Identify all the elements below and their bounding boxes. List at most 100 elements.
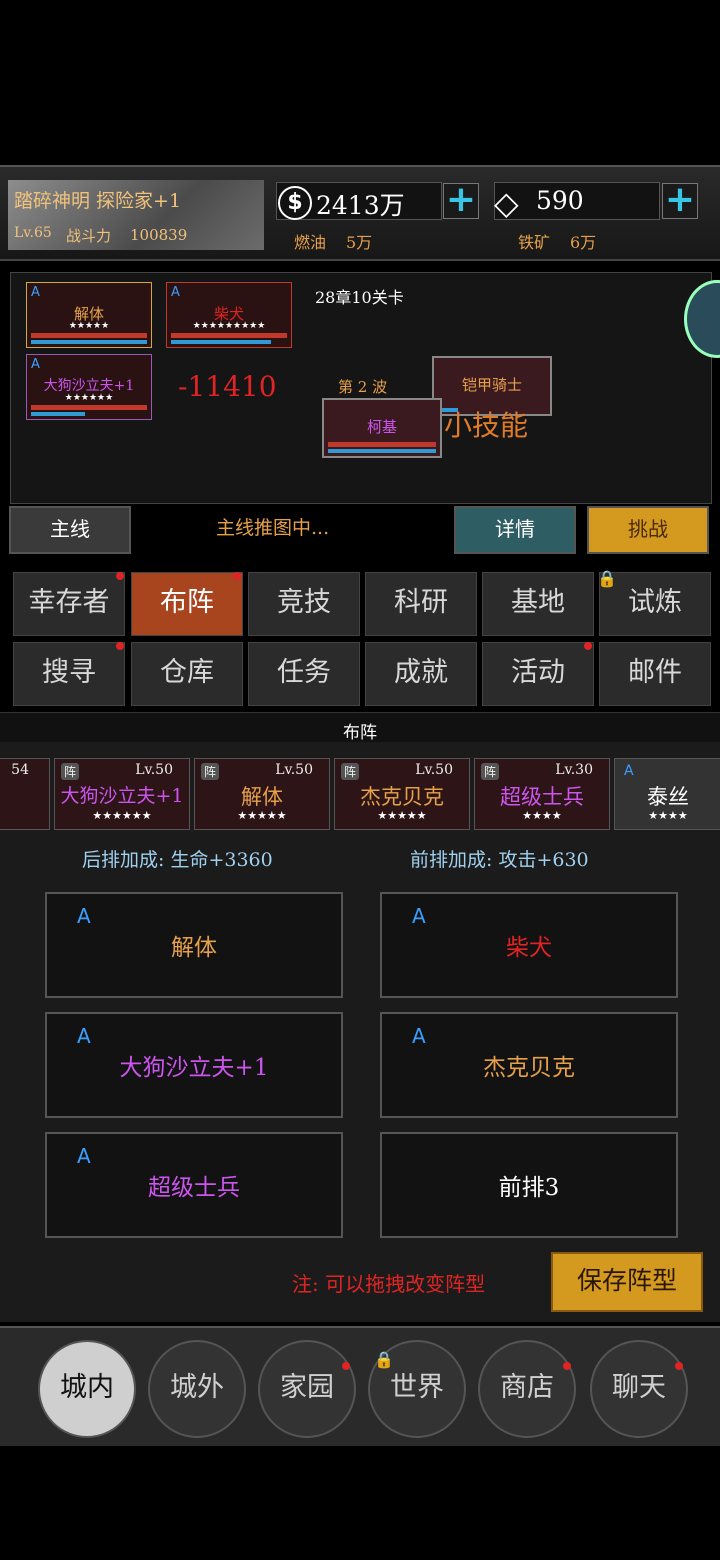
rank-badge: A [412, 904, 426, 928]
nav-shop[interactable]: 商店 [478, 1340, 576, 1438]
card-level: Lv.30 [555, 762, 593, 778]
card-level: 54 [11, 762, 29, 778]
rank-badge: A [31, 357, 40, 372]
gem-value: 590 [536, 186, 584, 215]
slot-name: 解体 [171, 935, 217, 961]
roster-card[interactable]: 阵 Lv.50 解体 ★★★★★ [194, 758, 330, 830]
card-level: Lv.50 [415, 762, 453, 778]
ally-name: 大狗沙立夫+1 [43, 378, 135, 394]
menu-events[interactable]: 活动 [482, 642, 594, 706]
iron-value: 6万 [570, 233, 597, 252]
enemy-name: 铠甲骑士 [461, 376, 522, 394]
ally-card[interactable]: A 柴犬 ★★★★★★★★★ [166, 282, 292, 348]
nav-city-inside[interactable]: 城内 [38, 1340, 136, 1438]
rank-badge: A [77, 1144, 91, 1168]
formation-slot[interactable]: A 解体 [45, 892, 343, 998]
add-coin-button[interactable]: + [443, 182, 479, 219]
slot-name: 柴犬 [506, 935, 552, 961]
wave-label: 第 2 波 [338, 378, 388, 396]
rank-badge: A [412, 1024, 426, 1048]
add-gem-button[interactable]: + [662, 182, 698, 219]
card-name: 泰丝 [647, 785, 689, 809]
menu-warehouse[interactable]: 仓库 [131, 642, 243, 706]
section-title: 布阵 [343, 723, 377, 743]
menu-formation[interactable]: 布阵 [131, 572, 243, 636]
hp-bar [31, 405, 147, 410]
card-name: 解体 [241, 785, 283, 809]
nav-home[interactable]: 家园 [258, 1340, 356, 1438]
front-row-bonus: 前排加成: 攻击+630 [410, 849, 589, 871]
slot-name: 超级士兵 [148, 1175, 240, 1201]
roster-card[interactable]: 阵 Lv.30 超级士兵 ★★★★ [474, 758, 610, 830]
player-name: 踏碎神明 探险家+1 [14, 190, 182, 212]
formation-slot[interactable]: A 大狗沙立夫+1 [45, 1012, 343, 1118]
iron-label: 铁矿 [518, 233, 551, 252]
menu-achievements[interactable]: 成就 [365, 642, 477, 706]
energy-bar [31, 340, 147, 344]
power-value: 100839 [130, 226, 188, 244]
menu-research[interactable]: 科研 [365, 572, 477, 636]
roster-card[interactable]: A 泰丝 ★★★★ [614, 758, 720, 830]
notification-dot [342, 1362, 350, 1370]
star-rating: ★★★★★ [377, 809, 427, 822]
stage-label: 28章10关卡 [315, 288, 404, 307]
lock-icon: 🔒 [597, 569, 617, 588]
enemy-name: 柯基 [366, 418, 397, 436]
notification-dot [116, 642, 124, 650]
roster-card-partial[interactable]: 54 [0, 758, 50, 830]
enemy-card[interactable]: 柯基 [322, 398, 442, 458]
skill-text: 小技能 [444, 409, 529, 442]
formation-tag: 阵 [201, 763, 220, 780]
formation-slot-empty[interactable]: 前排3 [380, 1132, 678, 1238]
notification-dot [584, 642, 592, 650]
notification-dot [233, 572, 241, 580]
detail-button[interactable]: 详情 [454, 506, 576, 554]
menu-tasks[interactable]: 任务 [248, 642, 360, 706]
progress-text: 主线推图中... [216, 517, 330, 539]
nav-city-outside[interactable]: 城外 [148, 1340, 246, 1438]
menu-survivors[interactable]: 幸存者 [13, 572, 125, 636]
formation-slot[interactable]: A 超级士兵 [45, 1132, 343, 1238]
main-quest-button[interactable]: 主线 [9, 506, 131, 554]
ally-card[interactable]: A 大狗沙立夫+1 ★★★★★★ [26, 354, 152, 420]
star-rating: ★★★★★ [237, 809, 287, 822]
drag-hint: 注: 可以拖拽改变阵型 [292, 1272, 486, 1296]
player-level: Lv.65 [14, 225, 52, 241]
fuel-label: 燃油 [294, 233, 327, 252]
formation-tag: 阵 [61, 763, 80, 780]
formation-slot[interactable]: A 杰克贝克 [380, 1012, 678, 1118]
notification-dot [116, 572, 124, 580]
coin-icon: $ [278, 186, 312, 220]
hp-bar [31, 333, 147, 338]
card-name: 大狗沙立夫+1 [60, 785, 184, 807]
notification-dot [675, 1362, 683, 1370]
roster-card[interactable]: 阵 Lv.50 大狗沙立夫+1 ★★★★★★ [54, 758, 190, 830]
coin-value: 2413万 [316, 191, 405, 220]
menu-search[interactable]: 搜寻 [13, 642, 125, 706]
roster-card[interactable]: 阵 Lv.50 杰克贝克 ★★★★★ [334, 758, 470, 830]
card-name: 杰克贝克 [360, 785, 444, 809]
star-rating: ★★★★★ [68, 321, 110, 331]
formation-slot[interactable]: A 柴犬 [380, 892, 678, 998]
enemy-energy-bar [328, 449, 436, 453]
rank-badge: A [171, 285, 180, 300]
rank-badge: A [624, 763, 634, 779]
card-level: Lv.50 [275, 762, 313, 778]
ally-card[interactable]: A 解体 ★★★★★ [26, 282, 152, 348]
challenge-button[interactable]: 挑战 [587, 506, 709, 554]
rank-badge: A [77, 1024, 91, 1048]
star-rating: ★★★★★★★★★ [192, 321, 266, 331]
star-rating: ★★★★ [522, 809, 562, 822]
menu-arena[interactable]: 竞技 [248, 572, 360, 636]
menu-mail[interactable]: 邮件 [599, 642, 711, 706]
save-formation-button[interactable]: 保存阵型 [551, 1252, 703, 1312]
diamond-icon: ◇ [494, 184, 519, 222]
back-row-bonus: 后排加成: 生命+3360 [82, 849, 273, 871]
slot-name: 杰克贝克 [483, 1055, 575, 1081]
formation-tag: 阵 [341, 763, 360, 780]
nav-chat[interactable]: 聊天 [590, 1340, 688, 1438]
energy-bar [171, 340, 271, 344]
star-rating: ★★★★★★ [64, 393, 114, 403]
slot-name: 大狗沙立夫+1 [119, 1055, 269, 1081]
menu-base[interactable]: 基地 [482, 572, 594, 636]
